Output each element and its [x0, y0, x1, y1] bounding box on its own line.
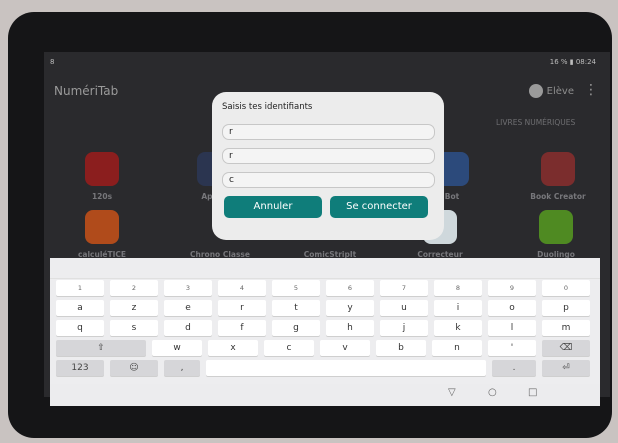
numeric-switch-key[interactable]: 123: [56, 360, 104, 376]
key-9[interactable]: 9: [488, 280, 536, 296]
app-title: NumériTab: [54, 84, 119, 98]
user-icon: [528, 84, 543, 98]
enter-key[interactable]: ⏎: [542, 360, 590, 376]
on-screen-keyboard: 1 2 3 4 5 6 7 8 9 0 a z e r t y u i o p …: [50, 258, 600, 386]
user-label: Elève: [546, 85, 574, 97]
cancel-button[interactable]: Annuler: [224, 196, 322, 218]
app-tile-3[interactable]: Book Creator: [518, 152, 598, 201]
key-5[interactable]: 5: [272, 280, 320, 296]
period-key[interactable]: .: [492, 360, 536, 376]
app-tile-4[interactable]: calculéTICE: [62, 210, 142, 259]
key-7[interactable]: 7: [380, 280, 428, 296]
status-right: 16 % ▮ 08:24: [549, 58, 596, 66]
key-4[interactable]: 4: [218, 280, 266, 296]
key-u[interactable]: u: [380, 300, 428, 316]
key-g[interactable]: g: [272, 320, 320, 336]
username-field[interactable]: r: [222, 124, 435, 140]
key-s[interactable]: s: [110, 320, 158, 336]
key-i[interactable]: i: [434, 300, 482, 316]
key-f[interactable]: f: [218, 320, 266, 336]
key-d[interactable]: d: [164, 320, 212, 336]
app-tile-8[interactable]: Duolingo: [516, 210, 596, 259]
key-w[interactable]: w: [152, 340, 202, 356]
recent-apps-icon[interactable]: □: [528, 387, 537, 398]
app-icon: [541, 152, 575, 186]
app-icon: [85, 152, 119, 186]
key-q[interactable]: q: [56, 320, 104, 336]
key-b[interactable]: b: [376, 340, 426, 356]
key-j[interactable]: j: [380, 320, 428, 336]
home-icon[interactable]: ○: [488, 387, 497, 398]
key-m[interactable]: m: [542, 320, 590, 336]
app-label: Book Creator: [530, 192, 586, 201]
backspace-key[interactable]: ⌫: [542, 340, 590, 356]
key-h[interactable]: h: [326, 320, 374, 336]
app-icon: [85, 210, 119, 244]
key-2[interactable]: 2: [110, 280, 158, 296]
key-1[interactable]: 1: [56, 280, 104, 296]
code-field[interactable]: c: [222, 172, 435, 188]
more-menu-icon[interactable]: ⋮: [584, 82, 598, 98]
key-x[interactable]: x: [208, 340, 258, 356]
key-y[interactable]: y: [326, 300, 374, 316]
shift-key[interactable]: ⇧: [56, 340, 146, 356]
key-z[interactable]: z: [110, 300, 158, 316]
key-p[interactable]: p: [542, 300, 590, 316]
comma-key[interactable]: ,: [164, 360, 200, 376]
status-left: 8: [50, 58, 55, 66]
app-label: 120s: [91, 192, 113, 201]
android-nav-bar: ▽ ○ □: [50, 384, 600, 406]
space-key[interactable]: [206, 360, 486, 376]
apostrophe-key[interactable]: ': [488, 340, 536, 356]
keyboard-suggestion-bar: [50, 258, 600, 279]
key-o[interactable]: o: [488, 300, 536, 316]
key-3[interactable]: 3: [164, 280, 212, 296]
key-a[interactable]: a: [56, 300, 104, 316]
key-6[interactable]: 6: [326, 280, 374, 296]
connect-button[interactable]: Se connecter: [330, 196, 428, 218]
key-0[interactable]: 0: [542, 280, 590, 296]
login-dialog: Saisis tes identifiants r r c Annuler Se…: [212, 92, 444, 240]
key-c[interactable]: c: [264, 340, 314, 356]
key-e[interactable]: e: [164, 300, 212, 316]
key-v[interactable]: v: [320, 340, 370, 356]
app-icon: [539, 210, 573, 244]
key-k[interactable]: k: [434, 320, 482, 336]
section-header-right: LIVRES NUMÉRIQUES: [496, 118, 576, 127]
key-r[interactable]: r: [218, 300, 266, 316]
emoji-key[interactable]: ☺: [110, 360, 158, 376]
dialog-title: Saisis tes identifiants: [222, 102, 313, 112]
back-icon[interactable]: ▽: [448, 387, 456, 398]
status-bar: 8 16 % ▮ 08:24: [44, 52, 610, 72]
password-field[interactable]: r: [222, 148, 435, 164]
key-t[interactable]: t: [272, 300, 320, 316]
key-8[interactable]: 8: [434, 280, 482, 296]
key-n[interactable]: n: [432, 340, 482, 356]
key-l[interactable]: l: [488, 320, 536, 336]
user-menu[interactable]: Elève: [528, 84, 574, 98]
app-tile-0[interactable]: 120s: [62, 152, 142, 201]
